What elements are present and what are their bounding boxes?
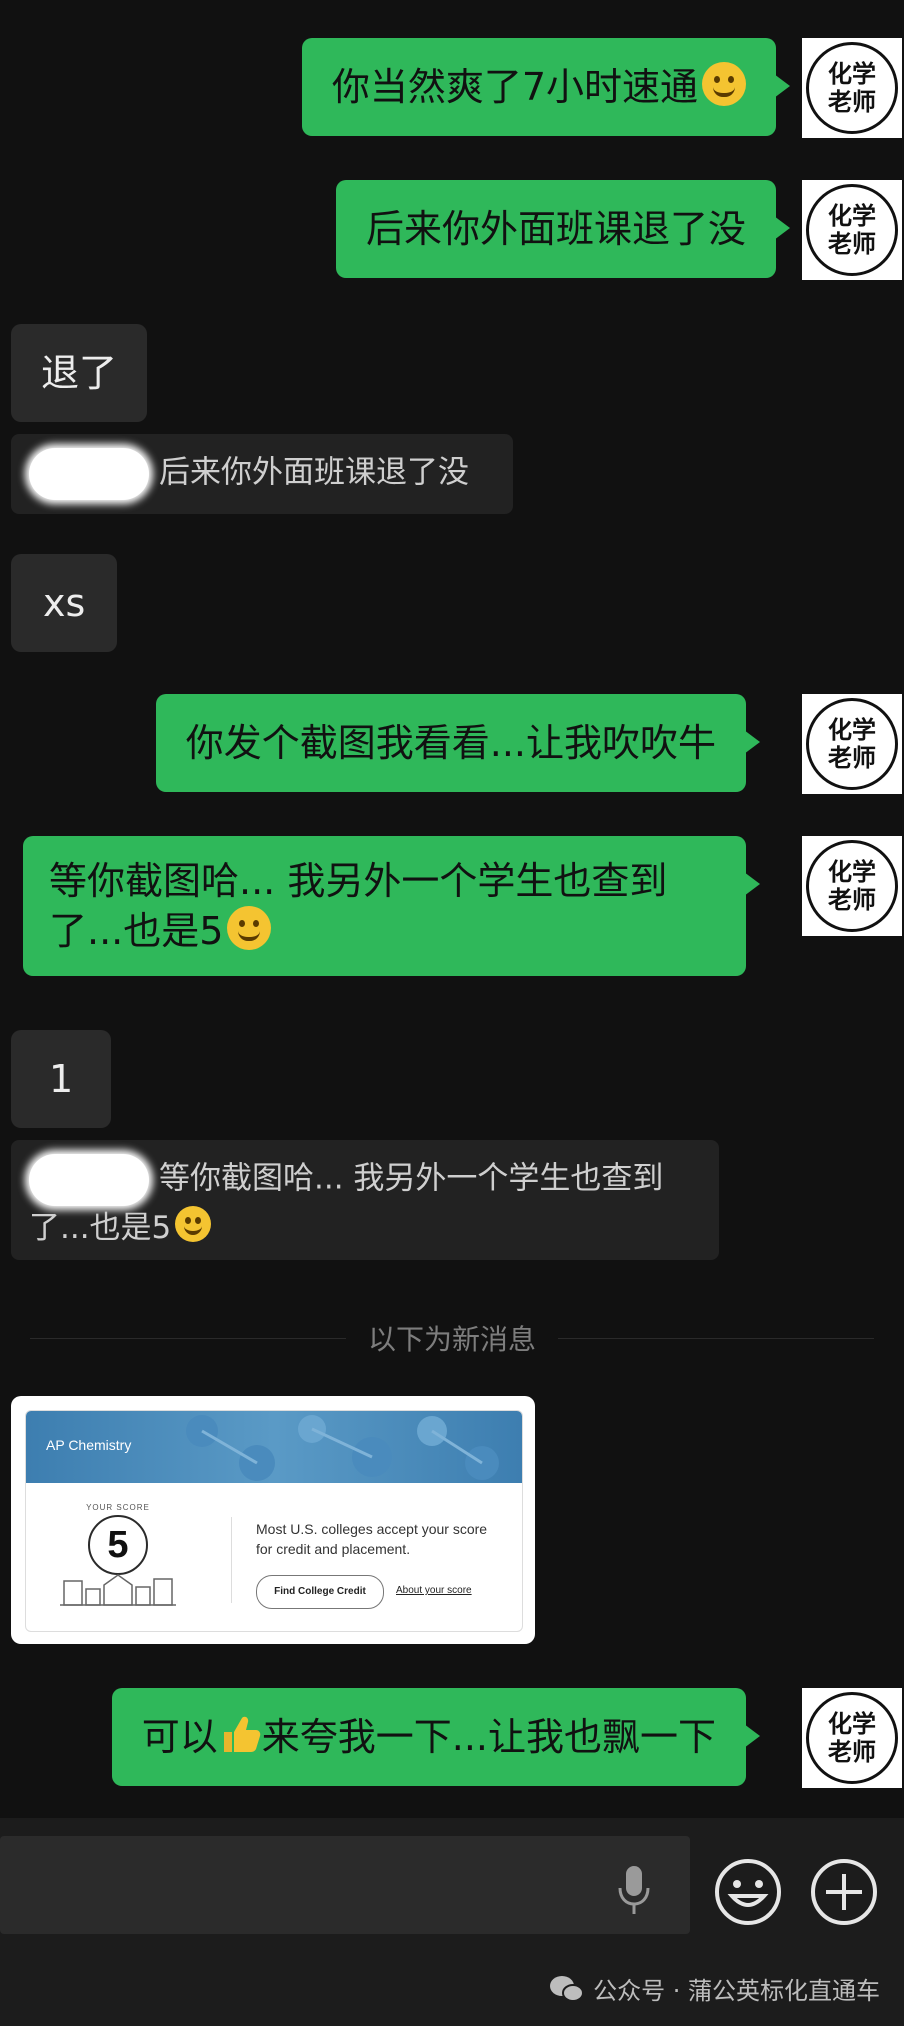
message-outgoing[interactable]: 你发个截图我看看...让我吹吹牛 — [155, 694, 761, 792]
molecule-pattern-icon — [186, 1415, 499, 1481]
chat-area[interactable]: 你当然爽了7小时速通 化学 老师 后来你外面班课退了没 化学 老师 退了 后来你外面… — [0, 0, 904, 1820]
redacted-name — [29, 1154, 149, 1206]
quote-text: 了...也是5 — [29, 1210, 172, 1246]
message-text: 可以 — [141, 1715, 218, 1759]
microphone-icon[interactable] — [612, 1862, 656, 1916]
redacted-name — [29, 448, 149, 500]
watermark-text: 公众号 · 蒲公英标化直通车 — [593, 1977, 880, 2005]
card-header: AP Chemistry — [26, 1411, 522, 1483]
find-college-credit-button[interactable]: Find College Credit — [256, 1575, 384, 1609]
grinning-emoji-icon — [227, 906, 272, 950]
teacher-avatar[interactable]: 化学 老师 — [802, 38, 902, 138]
message-outgoing[interactable]: 后来你外面班课退了没 — [335, 180, 791, 278]
message-text: 等你截图哈... 我另外一个学生也查到 — [49, 859, 668, 903]
quote-text: 等你截图哈... 我另外一个学生也查到 — [159, 1160, 664, 1197]
teacher-avatar[interactable]: 化学 老师 — [802, 180, 902, 280]
message-incoming[interactable]: 退了 — [11, 324, 148, 422]
message-text: 你当然爽了7小时速通 — [331, 65, 698, 109]
grinning-emoji-icon — [175, 1206, 212, 1242]
message-incoming[interactable]: xs — [11, 554, 118, 652]
divider-text: 以下为新消息 — [368, 1323, 537, 1356]
avatar-text: 化学 — [828, 60, 876, 88]
plus-button-icon[interactable] — [808, 1856, 880, 1928]
avatar-text: 老师 — [828, 886, 876, 914]
message-input[interactable] — [0, 1836, 690, 1934]
thumbs-up-emoji-icon — [223, 1716, 261, 1752]
emoji-button-icon[interactable] — [712, 1856, 784, 1928]
message-outgoing[interactable]: 你当然爽了7小时速通 — [301, 38, 791, 136]
message-outgoing[interactable]: 等你截图哈... 我另外一个学生也查到 了...也是5 — [23, 836, 760, 976]
teacher-avatar[interactable]: 化学 老师 — [802, 836, 902, 936]
avatar-text: 老师 — [828, 744, 876, 772]
subject-label: AP Chemistry — [46, 1437, 132, 1453]
score-badge: YOUR SCORE 5 — [60, 1503, 176, 1613]
score-value: 5 — [88, 1515, 148, 1575]
credit-description: Most U.S. colleges accept your score for… — [256, 1521, 488, 1557]
message-text: 退了 — [41, 351, 118, 395]
your-score-label: YOUR SCORE — [86, 1503, 150, 1512]
wechat-icon — [550, 1975, 585, 2002]
message-outgoing[interactable]: 可以 来夸我一下...让我也飘一下 — [111, 1688, 761, 1786]
input-bar: 公众号 · 蒲公英标化直通车 — [0, 1818, 904, 2026]
avatar-text: 化学 — [828, 1710, 876, 1738]
quoted-message[interactable]: 后来你外面班课退了没 — [11, 434, 513, 514]
new-messages-divider: 以下为新消息 — [30, 1318, 875, 1358]
avatar-text: 化学 — [828, 858, 876, 886]
teacher-avatar[interactable]: 化学 老师 — [802, 1688, 902, 1788]
avatar-text: 化学 — [828, 202, 876, 230]
message-text: 后来你外面班课退了没 — [365, 207, 746, 251]
message-text: xs — [43, 581, 86, 625]
teacher-avatar[interactable]: 化学 老师 — [802, 694, 902, 794]
message-incoming[interactable]: 1 — [11, 1030, 112, 1128]
message-text: 1 — [49, 1057, 74, 1101]
avatar-text: 老师 — [828, 88, 876, 116]
card-divider — [231, 1517, 232, 1603]
message-text: 你发个截图我看看...让我吹吹牛 — [185, 721, 716, 765]
score-screenshot-image[interactable]: AP Chemistry YOUR SCORE 5 Most U.S. coll… — [11, 1396, 535, 1644]
avatar-text: 老师 — [828, 1738, 876, 1766]
quoted-message[interactable]: 等你截图哈... 我另外一个学生也查到 了...也是5 — [11, 1140, 719, 1260]
message-text: 来夸我一下...让我也飘一下 — [261, 1715, 716, 1759]
watermark: 公众号 · 蒲公英标化直通车 — [549, 1971, 880, 2006]
message-text: 了...也是5 — [49, 909, 224, 953]
quote-text: 后来你外面班课退了没 — [159, 454, 469, 491]
about-your-score-link[interactable]: About your score — [396, 1585, 472, 1596]
avatar-text: 化学 — [828, 716, 876, 744]
avatar-text: 老师 — [828, 230, 876, 258]
buildings-icon — [60, 1574, 176, 1606]
facepalm-emoji-icon — [702, 62, 746, 106]
